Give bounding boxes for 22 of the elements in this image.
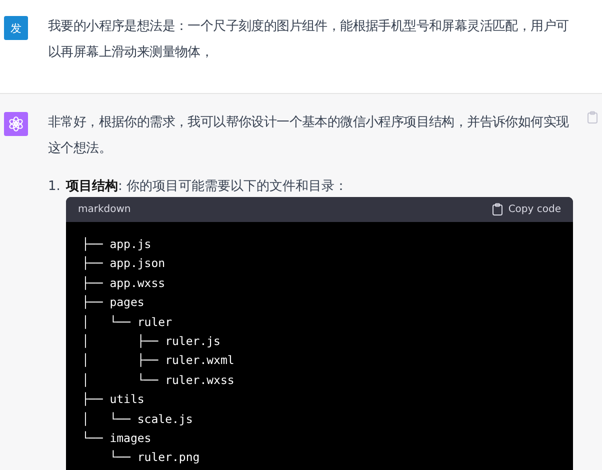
code-line: │ ├── ruler.wxml — [82, 352, 236, 370]
clipboard-icon — [492, 203, 504, 216]
code-line: │ ├── ruler.js — [82, 333, 222, 350]
code-line: ├── app.wxss — [82, 274, 166, 292]
list-text: 项目结构: 你的项目可能需要以下的文件和目录： — [66, 178, 349, 196]
user-avatar: 发 — [4, 16, 28, 40]
code-line: └── images — [82, 430, 152, 448]
code-line: ├── app.js — [82, 236, 152, 253]
code-line: ├── app.json — [82, 255, 166, 272]
code-line: │ └── scale.js — [82, 410, 194, 428]
message-text: 非常好，根据你的需求，我可以帮你设计一个基本的微信小程序项目结构，并告诉你如何实现这个想法。 — [48, 114, 570, 158]
logo-icon — [8, 116, 24, 132]
code-line: ├── utils — [82, 391, 146, 408]
list-number: 1. — [48, 178, 62, 196]
copy-code-button[interactable]: Copy code — [492, 203, 561, 216]
code-line: └── ruler.png — [108, 449, 201, 466]
code-line: ├── pages — [82, 294, 146, 312]
code-line: │ └── ruler — [82, 314, 174, 331]
message-text: 我要的小程序是想法是：一个尺子刻度的图片组件，能根据手机型号和屏幕灵活匹配，用户可以再屏幕上滑动来测量物体， — [48, 18, 570, 62]
code-language: markdown — [78, 204, 131, 215]
code-line: │ └── ruler.wxss — [82, 372, 236, 389]
clipboard-icon[interactable] — [587, 111, 598, 124]
